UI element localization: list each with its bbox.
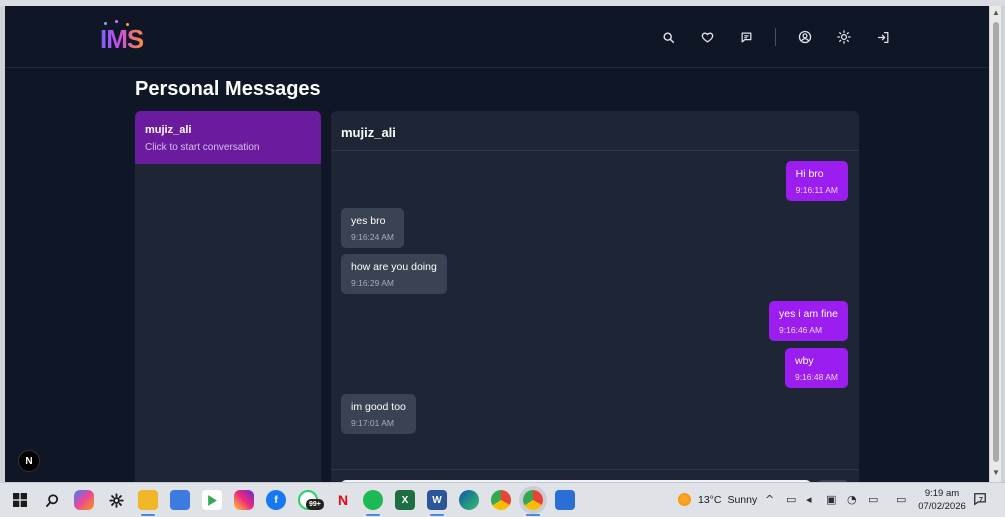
message-text: yes i am fine <box>779 308 838 320</box>
search-icon[interactable] <box>658 27 678 47</box>
message-text: Hi bro <box>795 168 824 180</box>
notification-count: 7 <box>979 497 983 504</box>
scrollbar-thumb[interactable] <box>993 22 999 462</box>
volume-icon[interactable]: ◂ <box>806 493 812 506</box>
clock-date: 07/02/2026 <box>918 501 966 512</box>
message-bubble-incoming: how are you doing 9:16:29 AM <box>341 254 447 294</box>
settings-gear-icon[interactable] <box>106 490 126 510</box>
conversation-item[interactable]: mujiz_ali Click to start conversation <box>135 111 321 164</box>
contact-hint: Click to start conversation <box>145 142 260 153</box>
google-play-icon[interactable] <box>202 490 222 510</box>
weather-condition: Sunny <box>727 493 758 506</box>
logo-dot <box>126 23 129 26</box>
message-text: yes bro <box>351 215 386 227</box>
message-time: 9:16:24 AM <box>351 232 395 242</box>
message-time: 9:16:48 AM <box>794 372 838 382</box>
user-circle-icon[interactable] <box>795 27 815 47</box>
chrome-icon[interactable] <box>491 490 511 510</box>
nextjs-badge[interactable]: N <box>18 450 40 472</box>
message-bubble-outgoing: wby 9:16:48 AM <box>784 348 848 388</box>
composer-divider <box>331 469 859 470</box>
message-text: how are you doing <box>351 261 437 273</box>
instagram-icon[interactable] <box>234 490 254 510</box>
message-square-icon[interactable] <box>736 27 756 47</box>
message-time: 9:17:01 AM <box>351 418 395 428</box>
message-bubble-outgoing: Hi bro 9:16:11 AM <box>785 161 848 201</box>
nav-divider <box>775 28 776 46</box>
chat-header-name: mujiz_ali <box>331 111 859 151</box>
excel-icon[interactable]: X <box>395 490 415 510</box>
logo-text: IMS <box>100 24 144 54</box>
search-icon[interactable] <box>42 490 62 510</box>
app-window: IMS Personal Messages mujiz_ali Click to… <box>5 6 989 482</box>
logo-dot <box>115 20 118 23</box>
scroll-up-icon[interactable]: ▲ <box>992 9 1000 17</box>
sun-icon <box>678 493 691 506</box>
notification-center-icon[interactable]: 7 <box>973 492 989 508</box>
app-running-indicator <box>526 514 540 516</box>
message-bubble-outgoing: yes i am fine 9:16:46 AM <box>769 301 848 341</box>
window-app-icon[interactable] <box>555 490 575 510</box>
facebook-icon[interactable]: f <box>266 490 286 510</box>
message-time: 9:16:11 AM <box>795 185 838 195</box>
page-scrollbar[interactable]: ▲ ▼ <box>989 6 1001 482</box>
windows-start-icon[interactable] <box>10 490 30 510</box>
app-running-indicator <box>430 514 444 516</box>
tablet-icon[interactable]: ▭ <box>896 493 906 506</box>
message-time: 9:16:29 AM <box>351 278 395 288</box>
contact-name: mujiz_ali <box>145 124 192 136</box>
weather-widget[interactable]: 13°C Sunny <box>678 493 757 506</box>
logo-dot <box>104 22 107 25</box>
battery-icon[interactable]: ▭ <box>786 493 796 506</box>
file-explorer-icon[interactable] <box>138 490 158 510</box>
microsoft-store-icon[interactable] <box>170 490 190 510</box>
message-text: im good too <box>351 401 406 413</box>
message-bubble-incoming: im good too 9:17:01 AM <box>341 394 416 434</box>
message-time: 9:16:46 AM <box>779 325 823 335</box>
sun-icon[interactable] <box>834 27 854 47</box>
spotify-icon[interactable] <box>363 490 383 510</box>
wifi-icon[interactable]: ◔ <box>847 493 857 506</box>
nav-actions <box>639 27 893 47</box>
clock-time: 9:19 am <box>924 488 960 499</box>
notification-count-badge: 99+ <box>306 499 324 510</box>
copilot-icon[interactable] <box>74 490 94 510</box>
heart-icon[interactable] <box>697 27 717 47</box>
conversation-list: mujiz_ali Click to start conversation <box>135 111 321 482</box>
word-icon[interactable]: W <box>427 490 447 510</box>
weather-temp: 13°C <box>698 493 722 506</box>
logout-icon[interactable] <box>873 27 893 47</box>
app-running-indicator <box>141 514 155 516</box>
navbar: IMS <box>5 6 989 68</box>
page-title: Personal Messages <box>135 78 321 100</box>
chat-panel: mujiz_ali Hi bro 9:16:11 AM yes bro 9:16… <box>331 111 859 482</box>
netflix-icon[interactable]: N <box>333 490 353 510</box>
screen: IMS Personal Messages mujiz_ali Click to… <box>0 0 1005 517</box>
message-bubble-incoming: yes bro 9:16:24 AM <box>341 208 405 248</box>
chevron-up-icon[interactable]: ^ <box>765 493 774 506</box>
app-running-indicator <box>366 514 380 516</box>
system-clock[interactable]: 9:19 am 07/02/2026 <box>918 487 966 513</box>
keyboard-icon[interactable]: ▭ <box>868 493 878 506</box>
message-text: wby <box>794 355 814 367</box>
app-logo[interactable]: IMS <box>100 20 146 54</box>
windows-taskbar: f 99+ N X W 13°C Sunny ^ ▭ ◂ ▣ ◔ ▭ ▭ 9:1… <box>0 482 1005 517</box>
chrome-active-icon[interactable] <box>523 490 543 510</box>
display-icon[interactable]: ▣ <box>826 493 836 506</box>
edge-icon[interactable] <box>459 490 479 510</box>
scroll-down-icon[interactable]: ▼ <box>992 469 1000 477</box>
